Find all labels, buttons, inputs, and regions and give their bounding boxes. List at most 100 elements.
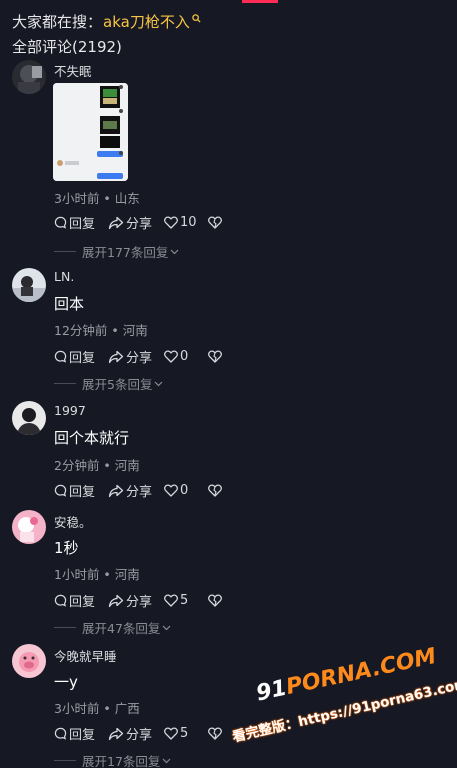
comment-meta: 12分钟前 • 河南	[54, 323, 148, 338]
comment-username[interactable]: 今晚就早睡	[54, 646, 117, 665]
share-icon	[108, 594, 124, 607]
chevron-down-icon	[155, 381, 163, 386]
like-count: 5	[180, 726, 189, 741]
expand-replies-label: 展开47条回复	[82, 621, 161, 636]
expand-replies-label: 展开17条回复	[82, 754, 161, 768]
share-icon	[108, 484, 124, 497]
reply-icon	[54, 594, 67, 607]
comment-actions: 回复 分享 0	[54, 481, 222, 500]
share-button[interactable]: 分享	[108, 481, 164, 500]
expand-replies[interactable]: 展开5条回复	[54, 374, 163, 393]
broken-heart-icon	[208, 727, 222, 740]
comment-meta: 3小时前 • 山东	[54, 191, 140, 206]
chevron-down-icon	[162, 625, 171, 630]
avatar[interactable]	[12, 510, 46, 544]
chevron-down-icon	[162, 758, 171, 763]
share-icon	[108, 350, 124, 363]
share-label: 分享	[126, 595, 153, 610]
reply-button[interactable]: 回复	[54, 347, 108, 366]
comment-meta: 2分钟前 • 河南	[54, 458, 140, 473]
like-button[interactable]: 5	[164, 593, 208, 608]
comment-actions: 回复 分享 0	[54, 347, 222, 366]
comment-actions: 回复 分享 5	[54, 724, 222, 743]
share-label: 分享	[126, 351, 153, 366]
dislike-button[interactable]	[208, 484, 222, 497]
share-label: 分享	[126, 217, 153, 232]
reply-label: 回复	[69, 485, 96, 500]
top-accent-bar	[242, 0, 278, 3]
divider-line	[54, 251, 76, 252]
reply-button[interactable]: 回复	[54, 591, 108, 610]
share-button[interactable]: 分享	[108, 724, 164, 743]
reply-label: 回复	[69, 728, 96, 743]
comment-text: 回个本就行	[54, 429, 130, 447]
share-label: 分享	[126, 728, 153, 743]
reply-button[interactable]: 回复	[54, 481, 108, 500]
like-button[interactable]: 5	[164, 726, 208, 741]
heart-icon	[164, 594, 178, 607]
search-suggestion-prefix: 大家都在搜：	[12, 12, 103, 31]
watermark: 91PORNA.COM 看完整版：https://91porna63.com	[226, 644, 457, 768]
divider-line	[54, 760, 76, 761]
comment-username[interactable]: 安稳。	[54, 512, 92, 531]
search-suggestion[interactable]: 大家都在搜： aka刀枪不入	[12, 10, 201, 32]
share-button[interactable]: 分享	[108, 591, 164, 610]
reply-icon	[54, 350, 67, 363]
expand-replies-label: 展开177条回复	[82, 245, 169, 260]
comment-text: 一y	[54, 673, 78, 691]
comment-username[interactable]: LN.	[54, 269, 74, 284]
share-icon	[108, 727, 124, 740]
dislike-button[interactable]	[208, 594, 222, 607]
dislike-button[interactable]	[208, 727, 222, 740]
comment-image[interactable]	[53, 83, 128, 181]
comment-meta: 3小时前 • 广西	[54, 701, 140, 716]
watermark-logo-prefix: 91	[254, 675, 290, 707]
heart-icon	[164, 484, 178, 497]
share-button[interactable]: 分享	[108, 347, 164, 366]
comment-username[interactable]: 1997	[54, 403, 86, 418]
dislike-button[interactable]	[208, 216, 222, 229]
avatar[interactable]	[12, 644, 46, 678]
expand-replies[interactable]: 展开47条回复	[54, 618, 171, 637]
broken-heart-icon	[208, 350, 222, 363]
expand-replies[interactable]: 展开177条回复	[54, 242, 179, 261]
reply-icon	[54, 484, 67, 497]
avatar[interactable]	[12, 401, 46, 435]
like-button[interactable]: 10	[164, 215, 208, 230]
comment-actions: 回复 分享 10	[54, 213, 222, 232]
dislike-button[interactable]	[208, 350, 222, 363]
watermark-logo-brand: PORNA.COM	[283, 643, 439, 701]
divider-line	[54, 627, 76, 628]
reply-label: 回复	[69, 351, 96, 366]
broken-heart-icon	[208, 484, 222, 497]
chevron-down-icon	[170, 249, 179, 254]
reply-icon	[54, 727, 67, 740]
like-button[interactable]: 0	[164, 349, 208, 364]
avatar[interactable]	[12, 60, 46, 94]
reply-button[interactable]: 回复	[54, 213, 108, 232]
share-button[interactable]: 分享	[108, 213, 164, 232]
expand-replies-label: 展开5条回复	[82, 377, 153, 392]
expand-replies[interactable]: 展开17条回复	[54, 751, 171, 768]
reply-button[interactable]: 回复	[54, 724, 108, 743]
heart-icon	[164, 216, 178, 229]
heart-icon	[164, 350, 178, 363]
like-count: 10	[180, 215, 197, 230]
like-button[interactable]: 0	[164, 483, 208, 498]
reply-icon	[54, 216, 67, 229]
comment-text: 1秒	[54, 539, 79, 557]
comment-count: 全部评论(2192)	[12, 38, 122, 56]
avatar[interactable]	[12, 268, 46, 302]
like-count: 5	[180, 593, 189, 608]
watermark-url: 看完整版：https://91porna63.com	[230, 675, 457, 746]
search-suggestion-keyword[interactable]: aka刀枪不入	[103, 11, 190, 32]
comment-username[interactable]: 不失眠	[54, 61, 92, 80]
broken-heart-icon	[208, 594, 222, 607]
heart-icon	[164, 727, 178, 740]
reply-label: 回复	[69, 217, 96, 232]
search-icon[interactable]	[192, 13, 201, 23]
share-label: 分享	[126, 485, 153, 500]
broken-heart-icon	[208, 216, 222, 229]
comment-meta: 1小时前 • 河南	[54, 567, 140, 582]
divider-line	[54, 383, 76, 384]
